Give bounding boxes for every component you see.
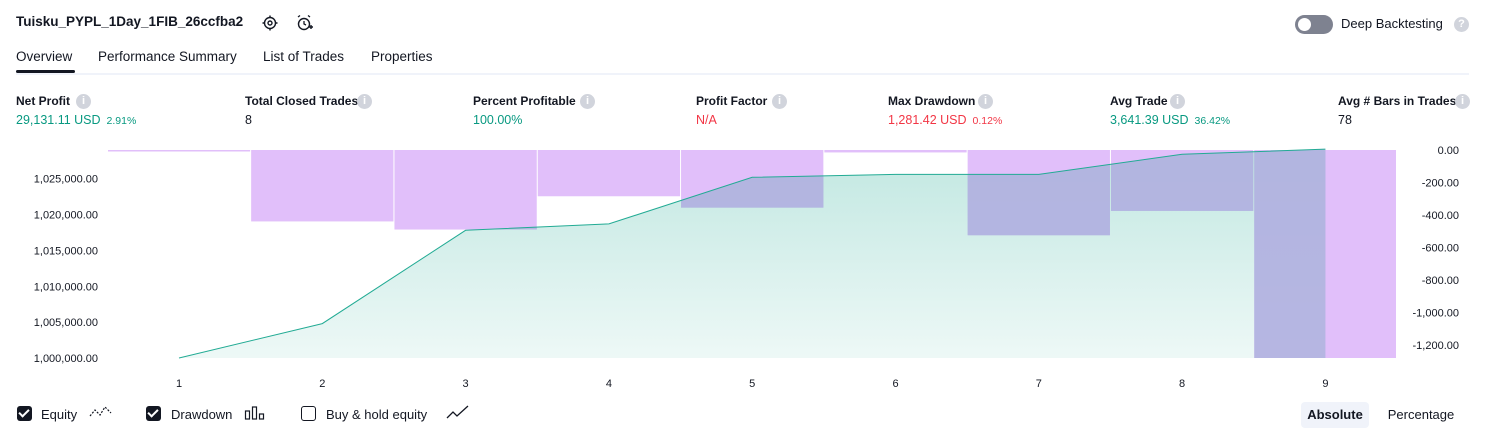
x-axis-label: 9 [1322, 378, 1328, 390]
metric-label-net-profit: Net Profit [16, 94, 70, 108]
metric-value-net-profit: 29,131.11 USD 2.91% [16, 113, 137, 127]
metric-label-total-closed-trades: Total Closed Trades [245, 94, 359, 108]
y-axis-right-label: -600.00 [1422, 242, 1459, 254]
y-axis-left-label: 1,010,000.00 [34, 281, 98, 293]
drawdown-bars-icon [244, 405, 268, 424]
drawdown-overlap [967, 164, 1110, 236]
absolute-button[interactable]: Absolute [1301, 402, 1369, 428]
metric-value-profit-factor: N/A [696, 113, 717, 127]
metric-value-total-closed-trades: 8 [245, 113, 252, 127]
info-icon[interactable]: i [978, 94, 993, 109]
percentage-button[interactable]: Percentage [1376, 402, 1466, 428]
metric-label-profit-factor: Profit Factor [696, 94, 768, 108]
equity-drawdown-chart[interactable]: 1,000,000.00 1,005,000.00 1,010,000.00 1,01… [0, 140, 1486, 395]
y-axis-right-label: -200.00 [1422, 177, 1459, 189]
tab-performance-summary[interactable]: Performance Summary [98, 49, 237, 64]
x-axis-label: 5 [749, 378, 755, 390]
alarm-plus-icon[interactable] [295, 14, 313, 32]
drawdown-bar [537, 150, 681, 197]
metric-value-avg-bars-in-trades: 78 [1338, 113, 1352, 127]
y-axis-right-label: -1,000.00 [1413, 307, 1459, 319]
question-icon[interactable]: ? [1454, 17, 1469, 32]
y-axis-right-label: 0.00 [1438, 145, 1459, 157]
equity-line-icon [89, 404, 113, 423]
active-tab-indicator [16, 70, 75, 73]
strategy-title: Tuisku_PYPL_1Day_1FIB_26ccfba2 [16, 14, 244, 29]
x-axis-label: 2 [319, 378, 325, 390]
x-axis-label: 4 [606, 378, 612, 390]
drawdown-checkbox[interactable] [146, 406, 161, 421]
equity-legend-label: Equity [41, 407, 78, 422]
y-axis-left-label: 1,015,000.00 [34, 245, 98, 257]
metric-value-max-drawdown: 1,281.42 USD 0.12% [888, 113, 1003, 127]
buy-hold-checkbox[interactable] [301, 406, 316, 421]
drawdown-bar [394, 150, 537, 230]
info-icon[interactable]: i [357, 94, 372, 109]
deep-backtesting-toggle[interactable] [1295, 15, 1333, 34]
info-icon[interactable]: i [1455, 94, 1470, 109]
y-axis-right-label: -1,200.00 [1413, 340, 1459, 352]
metric-value-avg-trade: 3,641.39 USD 36.42% [1110, 113, 1231, 127]
x-axis-label: 8 [1179, 378, 1185, 390]
tab-properties[interactable]: Properties [371, 49, 433, 64]
y-axis-left-label: 1,020,000.00 [34, 210, 98, 222]
drawdown-overlap [1254, 149, 1326, 358]
info-icon[interactable]: i [772, 94, 787, 109]
y-axis-right-label: -800.00 [1422, 275, 1459, 287]
metric-value-percent-profitable: 100.00% [473, 113, 523, 127]
info-icon[interactable]: i [580, 94, 595, 109]
gear-icon[interactable] [261, 14, 279, 32]
buy-hold-legend-label: Buy & hold equity [326, 407, 428, 422]
x-axis-label: 7 [1036, 378, 1042, 390]
drawdown-bar [824, 150, 967, 153]
y-axis-left-label: 1,025,000.00 [34, 174, 98, 186]
y-axis-left-label: 1,005,000.00 [34, 317, 98, 329]
buy-hold-line-icon [446, 404, 470, 423]
x-axis-label: 6 [892, 378, 898, 390]
metric-label-avg-bars-in-trades: Avg # Bars in Trades [1338, 94, 1457, 108]
y-axis-left-label: 1,000,000.00 [34, 353, 98, 365]
deep-backtesting-label: Deep Backtesting [1341, 16, 1443, 31]
metric-label-avg-trade: Avg Trade [1110, 94, 1168, 108]
info-icon[interactable]: i [76, 94, 91, 109]
x-axis-label: 1 [176, 378, 182, 390]
drawdown-legend-label: Drawdown [171, 407, 233, 422]
x-axis-label: 3 [463, 378, 469, 390]
metric-label-max-drawdown: Max Drawdown [888, 94, 976, 108]
drawdown-bar [108, 150, 251, 152]
tab-divider [16, 73, 1469, 75]
y-axis-right-label: -400.00 [1422, 210, 1459, 222]
tab-list-of-trades[interactable]: List of Trades [263, 49, 344, 64]
info-icon[interactable]: i [1170, 94, 1185, 109]
metric-label-percent-profitable: Percent Profitable [473, 94, 576, 108]
equity-checkbox[interactable] [17, 406, 32, 421]
tab-overview[interactable]: Overview [16, 49, 72, 64]
drawdown-bar [251, 150, 394, 222]
